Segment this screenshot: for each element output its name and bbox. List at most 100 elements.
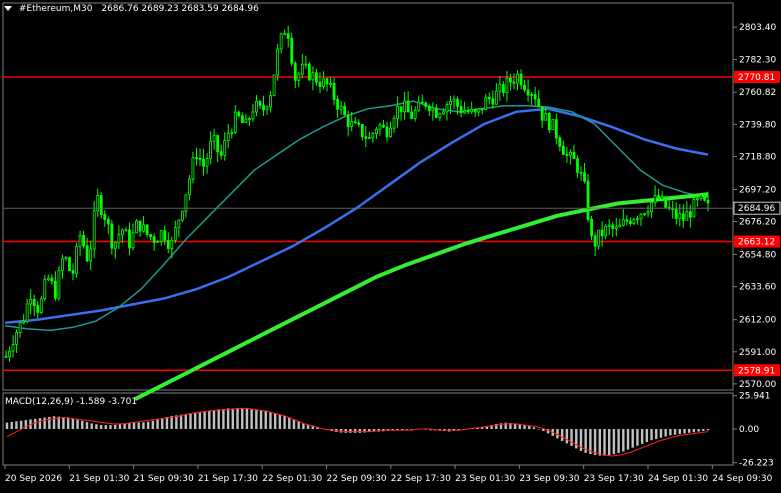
chart-window[interactable]: 2770.81 2663.12 2578.91 2803.40 2782.30 2760…: [0, 0, 781, 489]
candle-body: [170, 239, 174, 249]
macd-histogram-bar: [203, 411, 206, 429]
candle-body: [78, 235, 82, 248]
macd-histogram-bar: [687, 429, 691, 433]
candle-body: [191, 157, 195, 180]
triangle-down-icon[interactable]: [4, 6, 12, 11]
candle-body: [329, 82, 332, 85]
candle-body: [678, 213, 682, 219]
candle-body: [424, 102, 428, 107]
candle-body: [389, 127, 392, 138]
candle-body: [39, 298, 43, 313]
macd-histogram-bar: [706, 429, 710, 431]
macd-histogram-bar: [560, 429, 564, 441]
candle-body: [346, 114, 350, 127]
candle-body: [653, 195, 657, 204]
candle-body: [283, 33, 287, 36]
macd-histogram-bar: [532, 427, 536, 429]
price-label: 2760.82: [739, 88, 776, 98]
candle-body: [576, 158, 579, 173]
macd-histogram-bar: [48, 416, 51, 429]
chart-canvas[interactable]: 2770.81 2663.12 2578.91 2803.40 2782.30 2760…: [0, 0, 781, 489]
macd-histogram-bar: [650, 429, 653, 441]
candle-body: [68, 257, 71, 271]
candle-body: [339, 105, 343, 110]
candle-body: [322, 78, 325, 87]
time-label: 22 Sep 17:30: [391, 474, 451, 484]
candle-body: [392, 118, 396, 129]
candle-body: [202, 158, 205, 167]
macd-histogram-bar: [259, 410, 263, 429]
candle-body: [244, 118, 248, 123]
candle-body: [442, 111, 445, 115]
macd-histogram-bar: [5, 422, 9, 429]
candle-body: [163, 230, 167, 241]
candle-body: [145, 224, 149, 235]
candle-body: [491, 98, 495, 105]
candle-body: [156, 241, 160, 243]
macd-histogram-bar: [269, 412, 272, 429]
candle-body: [639, 213, 643, 220]
candle-body: [632, 219, 636, 224]
horizontal-levels[interactable]: 2770.81 2663.12 2578.91: [3, 70, 780, 377]
candle-body: [505, 77, 509, 93]
macd-histogram-bar: [631, 429, 634, 448]
macd-histogram-bar: [678, 429, 681, 435]
macd-histogram-bar: [241, 408, 244, 429]
candle-body: [159, 230, 163, 242]
candle-body: [696, 198, 699, 201]
macd-histogram-bar: [24, 420, 28, 429]
candle-body: [36, 305, 40, 313]
macd-histogram-bar: [410, 429, 413, 430]
candle-body: [544, 113, 548, 121]
candle-body: [586, 180, 590, 220]
macd-histogram-bar: [565, 429, 569, 444]
candle-body: [706, 199, 710, 204]
price-label: 2676.20: [739, 218, 776, 228]
candle-body: [650, 202, 653, 213]
macd-histogram-bar: [626, 429, 630, 450]
candle-body: [258, 101, 262, 106]
macd-histogram-bar: [598, 429, 601, 456]
symbol-timeframe: #Ethereum,M30: [18, 4, 93, 14]
candle-body: [124, 229, 128, 232]
candle-body: [198, 157, 202, 160]
macd-histogram-bar: [114, 424, 117, 429]
candle-body: [583, 172, 586, 182]
candle-body: [385, 126, 389, 138]
macd-axis-label: 0.00: [739, 425, 759, 435]
macd-histogram-bar: [132, 422, 136, 429]
macd-histogram-bar: [405, 429, 409, 430]
time-axis: 20 Sep 2026 21 Sep 01:30 21 Sep 09:30 21 Se…: [4, 465, 773, 484]
candle-body: [110, 223, 114, 249]
candle-body: [466, 110, 470, 113]
candle-body: [22, 320, 26, 324]
candle-body: [304, 63, 308, 66]
candle-body: [593, 235, 597, 247]
candle-body: [449, 100, 452, 106]
candle-body: [269, 95, 272, 108]
time-label: 24 Sep 09:30: [712, 474, 772, 484]
macd-histogram-bar: [640, 429, 644, 444]
candle-body: [526, 89, 530, 96]
candle-body: [152, 236, 156, 243]
macd-histogram-bar: [128, 422, 131, 429]
candle-body: [18, 322, 22, 333]
candle-body: [445, 104, 449, 113]
candle-body: [318, 81, 322, 87]
macd-histogram-bar: [193, 412, 197, 429]
candle-body: [452, 98, 456, 102]
candle-body: [382, 124, 385, 128]
candle-body: [501, 84, 505, 93]
candle-body: [233, 111, 237, 133]
macd-histogram-bar: [175, 415, 178, 429]
price-axis: 2803.40 2782.30 2760.82 2739.80 2718.80 2697.…: [3, 23, 781, 390]
candle-body: [219, 151, 223, 156]
price-label: 2739.80: [739, 120, 776, 130]
candle-body: [512, 81, 516, 84]
macd-histogram-bar: [179, 414, 183, 429]
candle-body: [551, 119, 555, 131]
macd-histogram-bar: [344, 429, 347, 433]
candle-body: [11, 344, 15, 352]
candle-body: [50, 277, 54, 282]
candle-body: [279, 33, 283, 50]
